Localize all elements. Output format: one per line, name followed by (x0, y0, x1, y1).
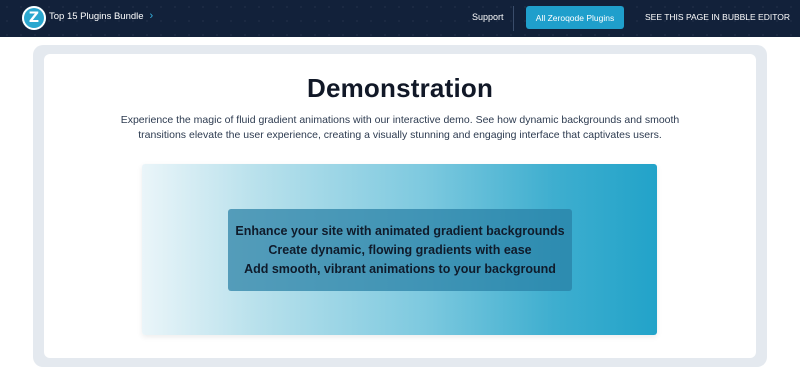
demo-text-box: Enhance your site with animated gradient… (228, 209, 572, 291)
support-link[interactable]: Support (472, 12, 504, 22)
chevron-right-icon: › (149, 10, 154, 22)
top-navbar: Z Top 15 Plugins Bundle › Support All Ze… (0, 0, 800, 37)
page-description: Experience the magic of fluid gradient a… (120, 114, 680, 141)
demo-line-2: Create dynamic, flowing gradients with e… (268, 243, 532, 257)
page-title: Demonstration (306, 73, 494, 103)
all-plugins-button[interactable]: All Zeroqode Plugins (526, 6, 624, 29)
logo-letter: Z (28, 10, 40, 26)
bundle-label: Top 15 Plugins Bundle (49, 11, 144, 22)
demo-line-3: Add smooth, vibrant animations to your b… (244, 262, 556, 276)
nav-divider (513, 6, 514, 31)
demo-line-1: Enhance your site with animated gradient… (235, 224, 565, 238)
zeroqode-logo[interactable]: Z (22, 6, 46, 30)
bubble-editor-link[interactable]: SEE THIS PAGE IN BUBBLE EDITOR (645, 12, 790, 22)
bundle-link[interactable]: Top 15 Plugins Bundle › (49, 10, 154, 23)
